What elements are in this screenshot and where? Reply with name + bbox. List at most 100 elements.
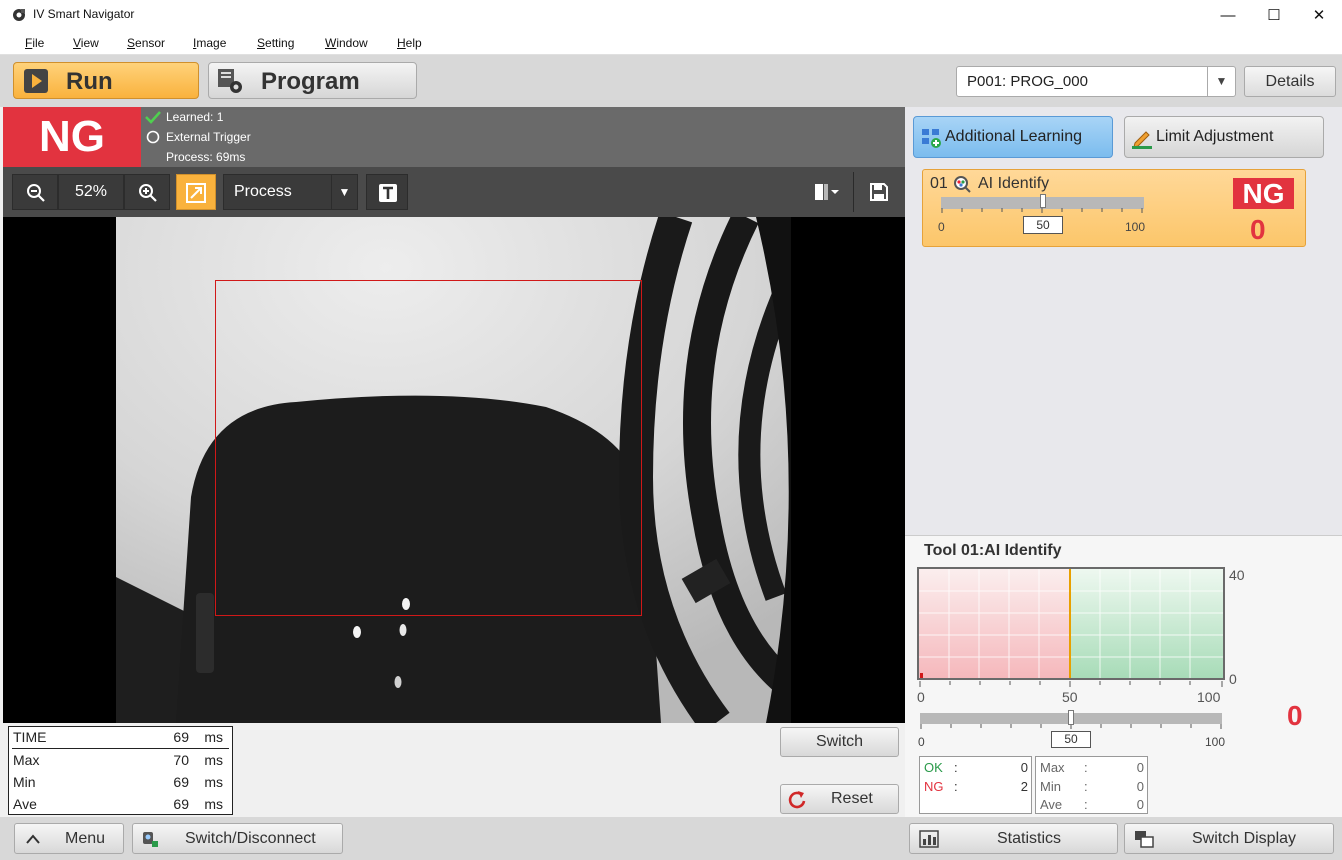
menu-bar: File View Sensor Image Setting Window He… — [0, 31, 1342, 55]
ok-count-row: OK:0 — [924, 760, 1028, 775]
process-time: Process: 69ms — [166, 150, 246, 164]
pencil-icon — [1132, 131, 1152, 149]
text-icon — [379, 184, 397, 202]
details-button[interactable]: Details — [1244, 66, 1336, 97]
min-row: Min:0 — [1040, 779, 1144, 794]
camera-image — [116, 217, 791, 723]
limit-adjustment-button[interactable]: Limit Adjustment — [1124, 116, 1324, 158]
program-select[interactable]: P001: PROG_000 ▼ — [956, 66, 1236, 97]
overall-result-badge: NG — [3, 107, 141, 167]
layout-dropdown-button[interactable] — [806, 176, 846, 208]
switch-display-icon — [1135, 831, 1154, 848]
chart-y-max: 40 — [1229, 567, 1245, 583]
sensor-connect-icon — [143, 832, 158, 847]
detail-current-value: 0 — [1287, 700, 1303, 731]
ave-row: Ave:0 — [1040, 797, 1144, 812]
switch-display-label: Switch Display — [1192, 830, 1297, 847]
check-icon — [145, 111, 161, 124]
menu-button[interactable]: Menu — [14, 823, 124, 854]
run-label: Run — [66, 68, 113, 95]
inspection-roi-rectangle[interactable] — [215, 280, 642, 616]
text-overlay-button[interactable] — [366, 174, 408, 210]
zoom-level: 52% — [58, 174, 124, 210]
chevron-up-icon — [26, 834, 40, 844]
tool-value: 0 — [1250, 214, 1266, 245]
timing-divider — [12, 748, 229, 749]
app-icon — [13, 9, 25, 21]
program-button[interactable]: Program — [208, 62, 417, 99]
minimize-button[interactable]: — — [1205, 0, 1251, 31]
menu-button-label: Menu — [65, 830, 106, 847]
limit-adjustment-label: Limit Adjustment — [1156, 128, 1274, 145]
detail-slider-thumb[interactable] — [1068, 710, 1074, 725]
ai-identify-icon — [954, 176, 971, 193]
tool-result-badge: NG — [1233, 178, 1294, 209]
menu-setting[interactable]: Setting — [257, 36, 294, 50]
toolbar-divider — [853, 172, 854, 212]
reset-label: Reset — [831, 790, 873, 807]
detail-title: Tool 01:AI Identify — [924, 542, 1062, 559]
chart-y-min: 0 — [1229, 671, 1237, 687]
detail-slider-value-box[interactable]: 50 — [1051, 731, 1091, 748]
trigger-radio-icon — [146, 130, 160, 144]
switch-disconnect-button[interactable]: Switch/Disconnect — [132, 823, 343, 854]
slider-thumb[interactable] — [1040, 194, 1046, 208]
menu-window[interactable]: Window — [325, 36, 368, 50]
zoom-out-button[interactable] — [12, 174, 58, 210]
save-icon — [870, 183, 888, 201]
save-image-button[interactable] — [862, 176, 896, 208]
window-title: IV Smart Navigator — [33, 7, 135, 21]
display-mode-value: Process — [234, 183, 292, 200]
statistics-button[interactable]: Statistics — [909, 823, 1118, 854]
statistics-icon — [919, 830, 939, 848]
additional-learning-label: Additional Learning — [945, 128, 1082, 145]
switch-display-button[interactable]: Switch Display — [1124, 823, 1334, 854]
tool-index: 01 — [930, 175, 948, 192]
statistics-box: Max:0 Min:0 Ave:0 — [1035, 756, 1148, 814]
additional-learning-button[interactable]: Additional Learning — [913, 116, 1113, 158]
chart-x-tick-50: 50 — [1062, 689, 1078, 705]
statistics-label: Statistics — [997, 830, 1062, 847]
menu-file[interactable]: File — [25, 36, 44, 50]
slider-value-box[interactable]: 50 — [1023, 216, 1063, 234]
program-label: Program — [261, 68, 360, 95]
title-bar: IV Smart Navigator — ☐ ✕ — [0, 0, 1342, 31]
timing-table: TIME 69 ms Max 70 ms Min 69 ms Ave 69 ms — [8, 726, 233, 815]
max-row: Max:0 — [1040, 760, 1144, 775]
switch-disconnect-label: Switch/Disconnect — [185, 830, 316, 847]
program-gear-icon — [218, 69, 242, 93]
zoom-in-button[interactable] — [124, 174, 170, 210]
additional-learning-icon — [922, 129, 941, 148]
slider-ticks — [941, 208, 1143, 213]
ng-count-row: NG:2 — [924, 779, 1028, 794]
chart-x-tick-100: 100 — [1197, 689, 1221, 705]
learned-count: Learned: 1 — [166, 110, 224, 124]
reset-button[interactable]: Reset — [780, 784, 899, 814]
maximize-button[interactable]: ☐ — [1251, 0, 1297, 31]
detail-slider-max: 100 — [1205, 735, 1226, 749]
display-mode-select[interactable]: Process ▼ — [223, 174, 358, 210]
program-select-value: P001: PROG_000 — [967, 73, 1088, 90]
detail-slider-min: 0 — [918, 735, 925, 749]
reset-icon — [788, 791, 806, 809]
menu-sensor[interactable]: Sensor — [127, 36, 165, 50]
menu-view[interactable]: View — [73, 36, 99, 50]
switch-button[interactable]: Switch — [780, 727, 899, 757]
fit-to-window-button[interactable] — [176, 174, 216, 210]
tool-card-ai-identify[interactable]: 01 AI Identify NG 0 0 50 100 — [922, 169, 1306, 247]
panel-layout-icon — [815, 184, 839, 200]
chevron-down-icon: ▼ — [331, 175, 357, 209]
chevron-down-icon[interactable]: ▼ — [1207, 67, 1235, 96]
play-icon — [24, 69, 48, 93]
run-button[interactable]: Run — [13, 62, 199, 99]
tool-name: AI Identify — [978, 175, 1050, 192]
close-button[interactable]: ✕ — [1296, 0, 1342, 31]
zoom-out-icon — [27, 184, 45, 202]
zoom-in-icon — [139, 184, 157, 202]
menu-image[interactable]: Image — [193, 36, 226, 50]
slider-max-label: 100 — [1125, 220, 1146, 234]
menu-help[interactable]: Help — [397, 36, 422, 50]
camera-image-view[interactable] — [3, 217, 905, 723]
ok-ng-count-box: OK:0 NG:2 — [919, 756, 1032, 814]
trigger-mode: External Trigger — [166, 130, 251, 144]
